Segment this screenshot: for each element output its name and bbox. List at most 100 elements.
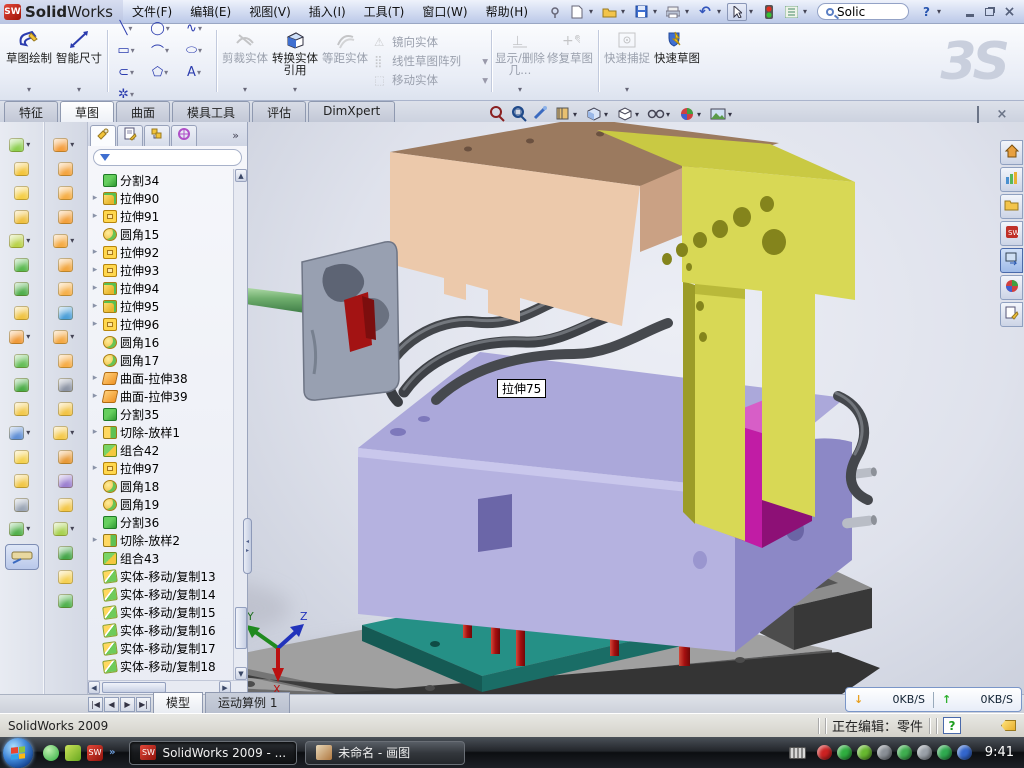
- features-tool-icon-2[interactable]: [9, 184, 35, 201]
- tray-icon-7[interactable]: [957, 745, 972, 760]
- tree-item[interactable]: 组合43: [90, 549, 232, 567]
- features-tool-icon-12[interactable]: ▾: [9, 424, 35, 441]
- input-method-keyboard-icon[interactable]: [789, 747, 806, 759]
- tree-item[interactable]: 圆角19: [90, 495, 232, 513]
- minimize-button[interactable]: [961, 4, 978, 19]
- hide-show-items-icon[interactable]: ▾: [647, 105, 674, 123]
- zoom-to-area-icon[interactable]: [510, 105, 528, 123]
- doc-close-button[interactable]: ×: [994, 107, 1010, 122]
- tree-item[interactable]: ▸拉伸97: [90, 459, 232, 477]
- menu-item-6[interactable]: 帮助(H): [477, 0, 537, 23]
- sketch-rectangle-icon[interactable]: ▭▾: [111, 39, 145, 61]
- sketch-button[interactable]: 草图绘制 ▾: [4, 26, 54, 96]
- tree-item[interactable]: 圆角16: [90, 333, 232, 351]
- surfaces-tool-icon-16[interactable]: ▾: [53, 520, 79, 537]
- home-tab[interactable]: [1000, 140, 1023, 165]
- tree-item[interactable]: 分割36: [90, 513, 232, 531]
- configurationmanager-tab[interactable]: [144, 125, 170, 146]
- edit-appearance-icon[interactable]: ▾: [678, 105, 705, 123]
- measure-tool-button[interactable]: [5, 544, 39, 570]
- apply-scene-icon[interactable]: ▾: [709, 105, 736, 123]
- features-tool-icon-11[interactable]: [9, 400, 35, 417]
- tree-item[interactable]: 分割35: [90, 405, 232, 423]
- tree-item[interactable]: 圆角18: [90, 477, 232, 495]
- tree-item[interactable]: ▸切除-放样1: [90, 423, 232, 441]
- tab-曲面[interactable]: 曲面: [116, 101, 170, 122]
- display-style-icon[interactable]: ▾: [616, 105, 643, 123]
- surfaces-tool-icon-2[interactable]: [53, 184, 79, 201]
- help-button[interactable]: ?: [918, 4, 935, 19]
- scroll-up-arrow[interactable]: ▲: [235, 169, 247, 182]
- new-document-icon[interactable]: [567, 3, 587, 21]
- print-icon[interactable]: [663, 3, 683, 21]
- surfaces-tool-icon-10[interactable]: [53, 376, 79, 393]
- restore-button[interactable]: [981, 4, 998, 19]
- tab-草图[interactable]: 草图: [60, 101, 114, 122]
- tray-icon-5[interactable]: [917, 745, 932, 760]
- expand-arrow-icon[interactable]: ▸: [90, 463, 100, 473]
- tree-item[interactable]: 圆角17: [90, 351, 232, 369]
- view-palette-tab[interactable]: [1000, 248, 1023, 273]
- tab-scroll-button-0[interactable]: |◀: [88, 697, 103, 712]
- view-orientation-icon[interactable]: ▾: [585, 105, 612, 123]
- tree-item[interactable]: 实体-移动/复制18: [90, 657, 232, 675]
- pin-icon[interactable]: [545, 3, 565, 21]
- expand-arrow-icon[interactable]: ▸: [90, 193, 100, 203]
- tree-item[interactable]: 实体-移动/复制15: [90, 603, 232, 621]
- trim-entities-button[interactable]: 剪裁实体 ▾: [220, 26, 270, 96]
- surfaces-tool-icon-1[interactable]: [53, 160, 79, 177]
- tab-DimXpert[interactable]: DimXpert: [308, 101, 395, 122]
- tab-特征[interactable]: 特征: [4, 101, 58, 122]
- tree-item[interactable]: 分割34: [90, 171, 232, 189]
- surfaces-tool-icon-13[interactable]: [53, 448, 79, 465]
- dimxpert-tab[interactable]: [171, 125, 197, 146]
- tray-icon-4[interactable]: [897, 745, 912, 760]
- tree-item[interactable]: 实体-移动/复制13: [90, 567, 232, 585]
- features-tool-icon-1[interactable]: [9, 160, 35, 177]
- solidworks-resources-tab[interactable]: SW: [1000, 221, 1023, 246]
- task-button-0[interactable]: SWSolidWorks 2009 - ...: [129, 741, 297, 765]
- tree-item[interactable]: 实体-移动/复制17: [90, 639, 232, 657]
- features-tool-icon-8[interactable]: ▾: [9, 328, 35, 345]
- graphics-viewport[interactable]: Y Z X SW: [248, 122, 1024, 694]
- sketch-text-icon[interactable]: A▾: [179, 61, 213, 83]
- features-tool-icon-9[interactable]: [9, 352, 35, 369]
- tree-item[interactable]: 圆角15: [90, 225, 232, 243]
- tree-item[interactable]: 实体-移动/复制14: [90, 585, 232, 603]
- surfaces-tool-icon-0[interactable]: ▾: [53, 136, 79, 153]
- zoom-to-fit-icon[interactable]: [488, 105, 506, 123]
- tray-icon-2[interactable]: [857, 745, 872, 760]
- expand-arrow-icon[interactable]: ▸: [90, 319, 100, 329]
- traffic-light-icon[interactable]: [759, 3, 779, 21]
- quick-launch-security-icon[interactable]: [65, 745, 81, 761]
- tree-item[interactable]: ▸拉伸95: [90, 297, 232, 315]
- start-button[interactable]: [3, 738, 33, 768]
- expand-arrow-icon[interactable]: ▸: [90, 265, 100, 275]
- view-rotate-icon[interactable]: [532, 105, 550, 123]
- open-folder-icon[interactable]: [599, 3, 619, 21]
- menu-item-4[interactable]: 工具(T): [355, 0, 414, 23]
- propertymanager-tab[interactable]: [117, 125, 143, 146]
- model-tab-0[interactable]: 模型: [153, 692, 203, 713]
- scroll-left-arrow[interactable]: ◀: [88, 681, 100, 694]
- surfaces-tool-icon-8[interactable]: ▾: [53, 328, 79, 345]
- expand-arrow-icon[interactable]: ▸: [90, 535, 100, 545]
- sketch-slot-icon[interactable]: ⊂▾: [111, 61, 145, 83]
- expand-arrow-icon[interactable]: ▸: [90, 283, 100, 293]
- select-arrow-icon[interactable]: [727, 3, 747, 21]
- tab-scroll-button-1[interactable]: ◀: [104, 697, 119, 712]
- surfaces-tool-icon-5[interactable]: [53, 256, 79, 273]
- tree-item[interactable]: ▸拉伸94: [90, 279, 232, 297]
- smart-dimension-button[interactable]: 智能尺寸 ▾: [54, 26, 104, 96]
- expand-arrow-icon[interactable]: ▸: [90, 247, 100, 257]
- surfaces-tool-icon-12[interactable]: ▾: [53, 424, 79, 441]
- tree-item[interactable]: 组合42: [90, 441, 232, 459]
- move-entities-button[interactable]: ⬚ 移动实体 ▾: [370, 72, 488, 88]
- features-tool-icon-14[interactable]: [9, 472, 35, 489]
- display-delete-relations-button[interactable]: ⊥ 显示/删除几... ▾: [495, 26, 545, 96]
- tab-评估[interactable]: 评估: [252, 101, 306, 122]
- surfaces-tool-icon-9[interactable]: [53, 352, 79, 369]
- scroll-down-arrow[interactable]: ▼: [235, 667, 247, 680]
- tab-scroll-button-2[interactable]: ▶: [120, 697, 135, 712]
- tag-icon[interactable]: [1001, 720, 1016, 731]
